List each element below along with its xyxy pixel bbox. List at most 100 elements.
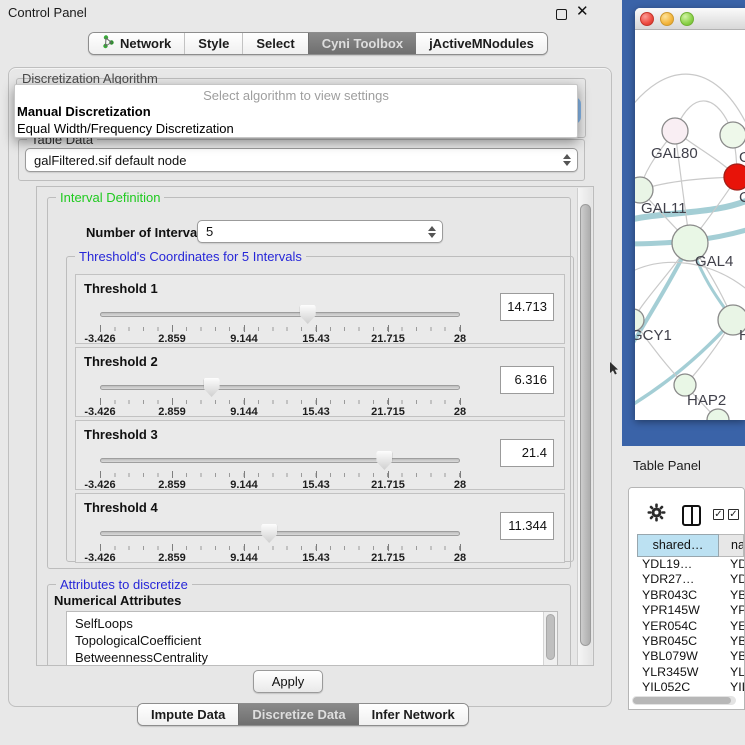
tab-network[interactable]: Network <box>89 33 184 54</box>
threshold-2-slider[interactable]: -3.426 2.859 9.144 15.43 21.715 28 <box>100 378 460 414</box>
tab-infer-network-label: Infer Network <box>372 707 455 722</box>
dropdown-hint-option[interactable]: Select algorithm to view settings <box>15 88 577 103</box>
close-icon[interactable]: ✕ <box>576 2 589 20</box>
node-gal80[interactable] <box>662 118 688 144</box>
tick-label: 9.144 <box>230 479 258 491</box>
table-row[interactable]: YBL079WYBL07 <box>637 649 744 664</box>
tick-label: 2.859 <box>158 333 186 345</box>
numerical-attributes-list: SelfLoops TopologicalCoefficient Between… <box>66 611 558 666</box>
number-of-intervals-combobox[interactable]: 5 <box>197 220 443 243</box>
slider-ticks <box>100 327 460 331</box>
list-item[interactable]: BetweennessCentrality <box>67 649 557 666</box>
tab-discretize-data[interactable]: Discretize Data <box>238 704 358 725</box>
interval-definition-label: Interval Definition <box>56 190 164 205</box>
settings-scroll-area: Interval Definition Number of Intervals … <box>36 186 594 666</box>
threshold-3-slider[interactable]: -3.426 2.859 9.144 15.43 21.715 28 <box>100 451 460 487</box>
table-toolbar: ✓ ✓ <box>629 488 744 534</box>
tick-label: 9.144 <box>230 406 258 418</box>
network-window-titlebar[interactable] <box>635 8 745 30</box>
tab-infer-network[interactable]: Infer Network <box>359 704 468 725</box>
table-row[interactable]: YDR27…YDR27 <box>637 572 744 587</box>
tab-jactivemnodules[interactable]: jActiveMNodules <box>416 33 547 54</box>
thresholds-group: Threshold's Coordinates for 5 Intervals … <box>66 256 574 562</box>
table-row[interactable]: YIL052CYIL05 <box>637 680 744 695</box>
tab-style[interactable]: Style <box>184 33 242 54</box>
thresholds-group-label: Threshold's Coordinates for 5 Intervals <box>75 249 306 264</box>
gear-icon[interactable] <box>647 503 666 527</box>
tick-label: 15.43 <box>302 406 330 418</box>
table-row[interactable]: YBR043CYBR04 <box>637 588 744 603</box>
float-window-button[interactable] <box>556 9 567 20</box>
tab-cyni-toolbox[interactable]: Cyni Toolbox <box>308 33 416 54</box>
network-canvas[interactable]: GAL80 G C GAL11 GAL4 GCY1 H HAP2 <box>635 30 745 420</box>
node-label: GAL4 <box>695 253 733 270</box>
table-row[interactable]: YBR045CYBR04 <box>637 634 744 649</box>
tick-label: -3.426 <box>84 552 115 564</box>
slider-thumb[interactable] <box>300 305 316 324</box>
slider-track[interactable] <box>100 312 460 317</box>
threshold-2-value-field[interactable]: 6.316 <box>500 366 554 394</box>
node-table: shared… na YDL19…YDL19 YDR27…YDR27 YBR04… <box>637 534 744 695</box>
stepper-arrows-icon <box>557 154 577 166</box>
threshold-1-slider[interactable]: -3.426 2.859 9.144 15.43 21.715 28 <box>100 305 460 341</box>
slider-ticks <box>100 473 460 477</box>
table-header-row: shared… na <box>637 534 744 557</box>
node-red-selected[interactable] <box>724 164 745 190</box>
tick-label: 21.715 <box>371 552 405 564</box>
threshold-3-value-field[interactable]: 21.4 <box>500 439 554 467</box>
panel-title: Control Panel <box>8 5 87 20</box>
tick-label: 15.43 <box>302 552 330 564</box>
tab-impute-data-label: Impute Data <box>151 707 225 722</box>
table-data-combobox[interactable]: galFiltered.sif default node <box>25 148 578 172</box>
slider-track[interactable] <box>100 385 460 390</box>
node-bottom-partial[interactable] <box>707 409 729 420</box>
slider-track[interactable] <box>100 531 460 536</box>
tick-label: 28 <box>454 333 466 345</box>
slider-ticks <box>100 546 460 550</box>
threshold-4-slider[interactable]: -3.426 2.859 9.144 15.43 21.715 28 <box>100 524 460 560</box>
apply-button[interactable]: Apply <box>253 670 323 693</box>
list-item[interactable]: TopologicalCoefficient <box>67 632 557 649</box>
node-label: GCY1 <box>635 327 672 344</box>
checkbox-icon[interactable]: ✓ <box>728 509 739 520</box>
threshold-4-value-field[interactable]: 11.344 <box>500 512 554 540</box>
scrollbar-thumb[interactable] <box>633 697 731 704</box>
stepper-arrows-icon <box>422 226 442 238</box>
split-columns-icon[interactable] <box>682 505 701 526</box>
network-view-frame: GAL80 G C GAL11 GAL4 GCY1 H HAP2 <box>622 0 745 446</box>
node-label: H <box>739 327 745 344</box>
column-header-name[interactable]: na <box>719 534 744 557</box>
table-row[interactable]: YDL19…YDL19 <box>637 557 744 572</box>
list-scrollbar[interactable] <box>543 612 557 666</box>
tab-select[interactable]: Select <box>242 33 307 54</box>
scrollbar-thumb[interactable] <box>580 204 591 646</box>
close-traffic-light-icon[interactable] <box>640 12 654 26</box>
table-row[interactable]: YER054CYER05 <box>637 619 744 634</box>
slider-thumb[interactable] <box>204 378 220 397</box>
tick-label: 21.715 <box>371 479 405 491</box>
slider-ticks <box>100 400 460 404</box>
tick-label: 28 <box>454 406 466 418</box>
attributes-group-label: Attributes to discretize <box>56 577 192 592</box>
dropdown-option-manual[interactable]: Manual Discretization <box>17 104 151 119</box>
tick-label: 2.859 <box>158 406 186 418</box>
table-row[interactable]: YPR145WYPR14 <box>637 603 744 618</box>
panel-scrollbar[interactable] <box>577 188 592 666</box>
cyni-mode-tabs: Impute Data Discretize Data Infer Networ… <box>137 703 469 726</box>
list-item[interactable]: SelfLoops <box>67 612 557 632</box>
zoom-traffic-light-icon[interactable] <box>680 12 694 26</box>
network-icon <box>102 35 115 52</box>
threshold-2-label: Threshold 2 <box>84 354 158 369</box>
dropdown-option-equal-width[interactable]: Equal Width/Frequency Discretization <box>17 121 234 136</box>
table-row[interactable]: YLR345WYLR34 <box>637 665 744 680</box>
minimize-traffic-light-icon[interactable] <box>660 12 674 26</box>
node-top-right[interactable] <box>720 122 745 148</box>
table-horizontal-scrollbar[interactable] <box>632 696 736 705</box>
slider-thumb[interactable] <box>376 451 392 470</box>
checkbox-icon[interactable]: ✓ <box>713 509 724 520</box>
tab-impute-data[interactable]: Impute Data <box>138 704 238 725</box>
threshold-1-value-field[interactable]: 14.713 <box>500 293 554 321</box>
column-header-shared-name[interactable]: shared… <box>637 534 719 557</box>
slider-track[interactable] <box>100 458 460 463</box>
slider-thumb[interactable] <box>261 524 277 543</box>
